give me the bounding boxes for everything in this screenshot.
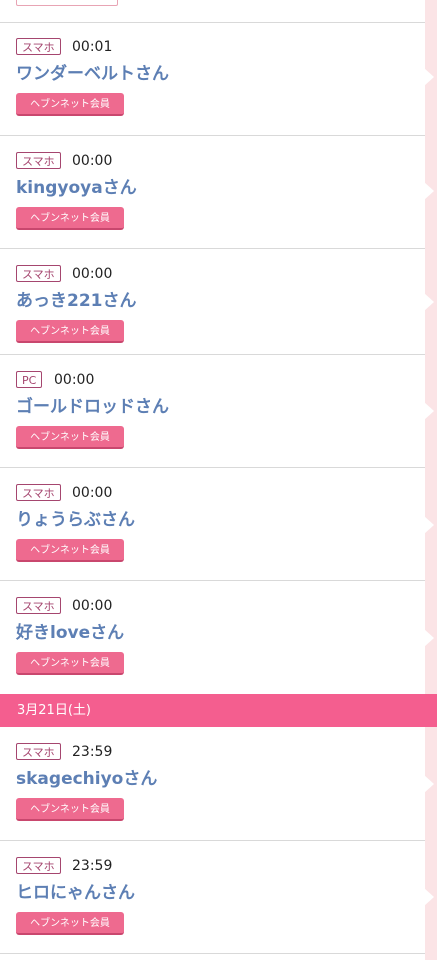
device-tag: スマホ	[16, 265, 61, 282]
device-tag: スマホ	[16, 597, 61, 614]
visitor-name[interactable]: りょうらぶさん	[16, 508, 135, 532]
device-tag: スマホ	[16, 484, 61, 501]
member-badge: ヘブンネット会員	[16, 320, 124, 343]
rail-notch	[424, 516, 434, 534]
list-item[interactable]: スマホ 00:00 りょうらぶさん ヘブンネット会員	[0, 468, 425, 581]
rail-notch	[424, 68, 434, 86]
visitor-name[interactable]: ヒロにゃんさん	[16, 881, 135, 905]
list-item[interactable]: PC 00:00 ゴールドロッドさん ヘブンネット会員	[0, 355, 425, 468]
device-tag: PC	[16, 371, 43, 388]
visit-time: 23:59	[72, 744, 113, 760]
list-item[interactable]: スマホ 23:59 skagechiyoさん ヘブンネット会員	[0, 727, 425, 841]
partial-badge	[16, 0, 118, 6]
visit-time: 00:00	[72, 266, 113, 282]
visitor-name[interactable]: kingyoyaさん	[16, 176, 137, 200]
list-item[interactable]: スマホ 00:00 あっき221さん ヘブンネット会員	[0, 249, 425, 355]
visit-time: 00:00	[54, 372, 95, 388]
list-item[interactable]: スマホ 00:00 好きloveさん ヘブンネット会員	[0, 581, 425, 694]
member-badge: ヘブンネット会員	[16, 426, 124, 449]
side-decoration	[424, 0, 437, 960]
rail-notch	[424, 888, 434, 906]
visitor-name[interactable]: 好きloveさん	[16, 621, 124, 645]
list-item[interactable]: スマホ 23:59 ヒロにゃんさん ヘブンネット会員	[0, 841, 425, 954]
member-badge: ヘブンネット会員	[16, 798, 124, 821]
member-badge: ヘブンネット会員	[16, 93, 124, 116]
list-item[interactable]: スマホ 00:01 ワンダーベルトさん ヘブンネット会員	[0, 22, 425, 136]
visit-time: 23:59	[72, 858, 113, 874]
rail-notch	[424, 629, 434, 647]
device-tag: スマホ	[16, 38, 61, 55]
rail-notch	[424, 775, 434, 793]
member-badge: ヘブンネット会員	[16, 539, 124, 562]
list-item[interactable]: スマホ 00:00 kingyoyaさん ヘブンネット会員	[0, 136, 425, 249]
visitor-name[interactable]: skagechiyoさん	[16, 767, 157, 791]
device-tag: スマホ	[16, 857, 61, 874]
visit-time: 00:00	[72, 153, 113, 169]
rail-notch	[424, 182, 434, 200]
visitor-list: スマホ 00:01 ワンダーベルトさん ヘブンネット会員 スマホ 00:00 k…	[0, 0, 425, 960]
visitor-name[interactable]: ワンダーベルトさん	[16, 62, 169, 86]
visitor-name[interactable]: ゴールドロッドさん	[16, 395, 169, 419]
visit-time: 00:00	[72, 598, 113, 614]
device-tag: スマホ	[16, 152, 61, 169]
date-divider: 3月21日(土)	[0, 694, 437, 727]
visit-time: 00:00	[72, 485, 113, 501]
previous-entry-remnant	[0, 0, 425, 23]
member-badge: ヘブンネット会員	[16, 207, 124, 230]
member-badge: ヘブンネット会員	[16, 912, 124, 935]
visitor-name[interactable]: あっき221さん	[16, 289, 137, 313]
device-tag: スマホ	[16, 743, 61, 760]
member-badge: ヘブンネット会員	[16, 652, 124, 675]
visit-time: 00:01	[72, 39, 113, 55]
rail-notch	[424, 402, 434, 420]
rail-notch	[424, 293, 434, 311]
